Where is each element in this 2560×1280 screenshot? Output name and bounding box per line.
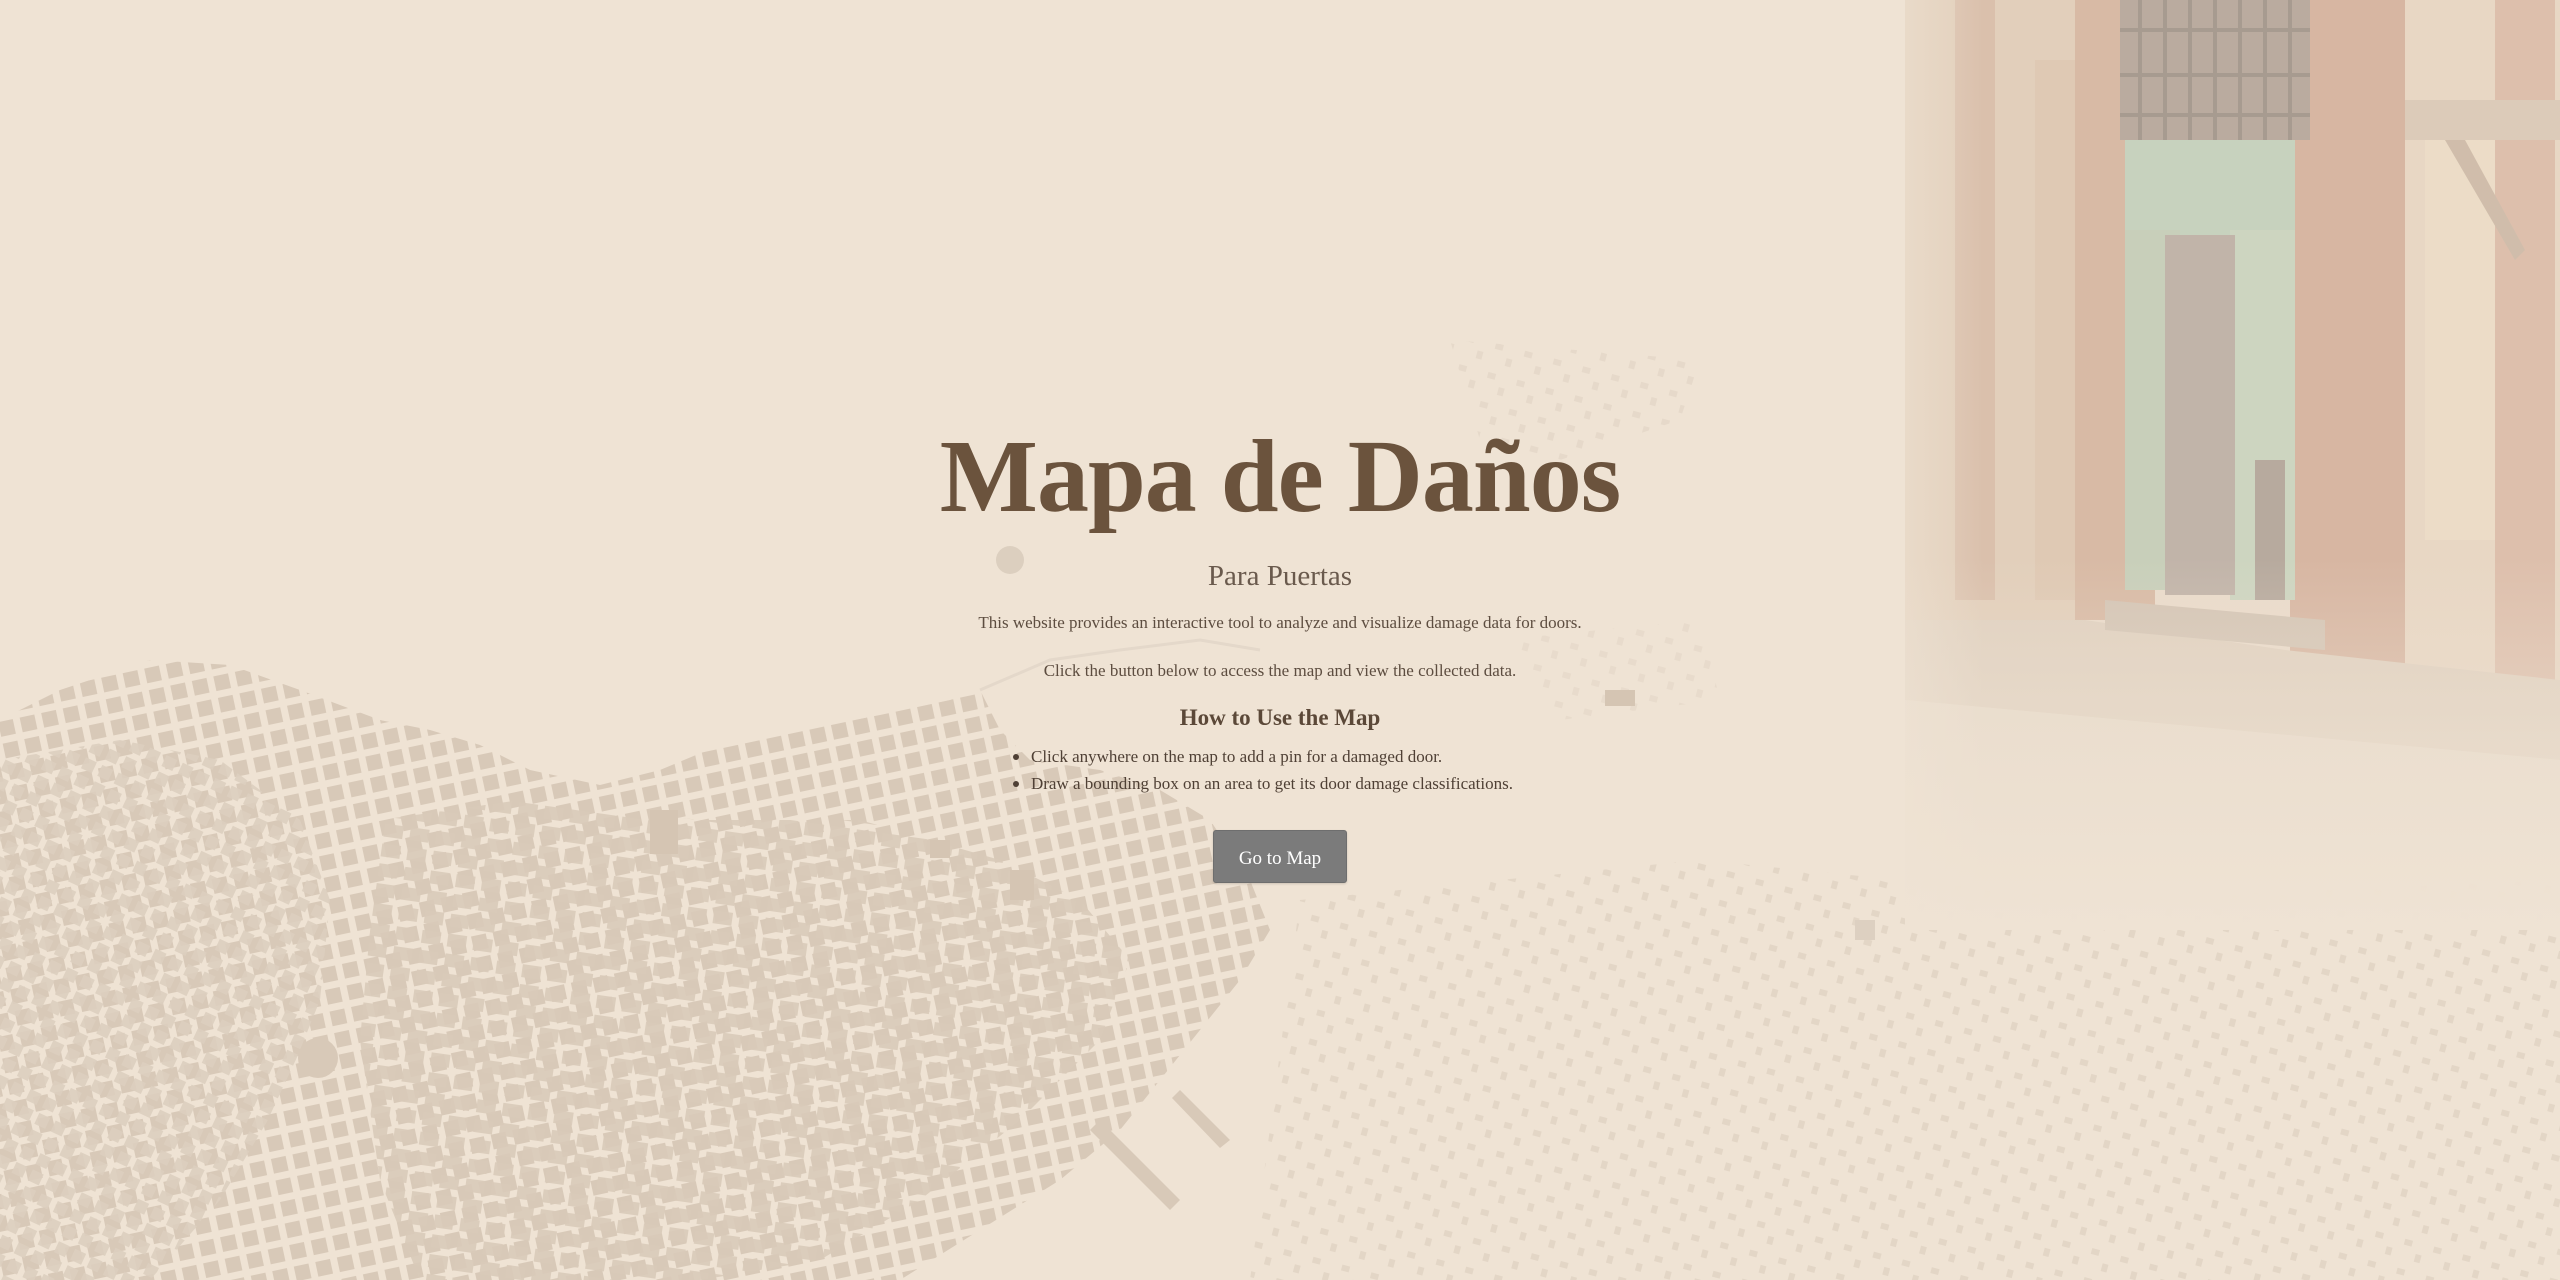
hero-content: Mapa de Daños Para Puertas This website … — [880, 419, 1680, 884]
list-item: Click anywhere on the map to add a pin f… — [1012, 743, 1513, 770]
step-text: Click anywhere on the map to add a pin f… — [1030, 747, 1443, 767]
bullet-icon — [1012, 781, 1019, 788]
bullet-icon — [1012, 754, 1019, 761]
list-item: Draw a bounding box on an area to get it… — [1012, 770, 1513, 797]
step-text: Draw a bounding box on an area to get it… — [1030, 774, 1513, 794]
instruction-text: Click the button below to access the map… — [1043, 661, 1517, 681]
description-text: This website provides an interactive too… — [978, 613, 1582, 633]
photo-fade-overlay — [1905, 0, 2560, 930]
howto-heading: How to Use the Map — [1179, 705, 1381, 731]
page-title: Mapa de Daños — [939, 419, 1621, 534]
howto-steps-list: Click anywhere on the map to add a pin f… — [1012, 743, 1513, 797]
page-subtitle: Para Puertas — [1207, 560, 1353, 593]
go-to-map-button[interactable]: Go to Map — [1213, 830, 1347, 884]
